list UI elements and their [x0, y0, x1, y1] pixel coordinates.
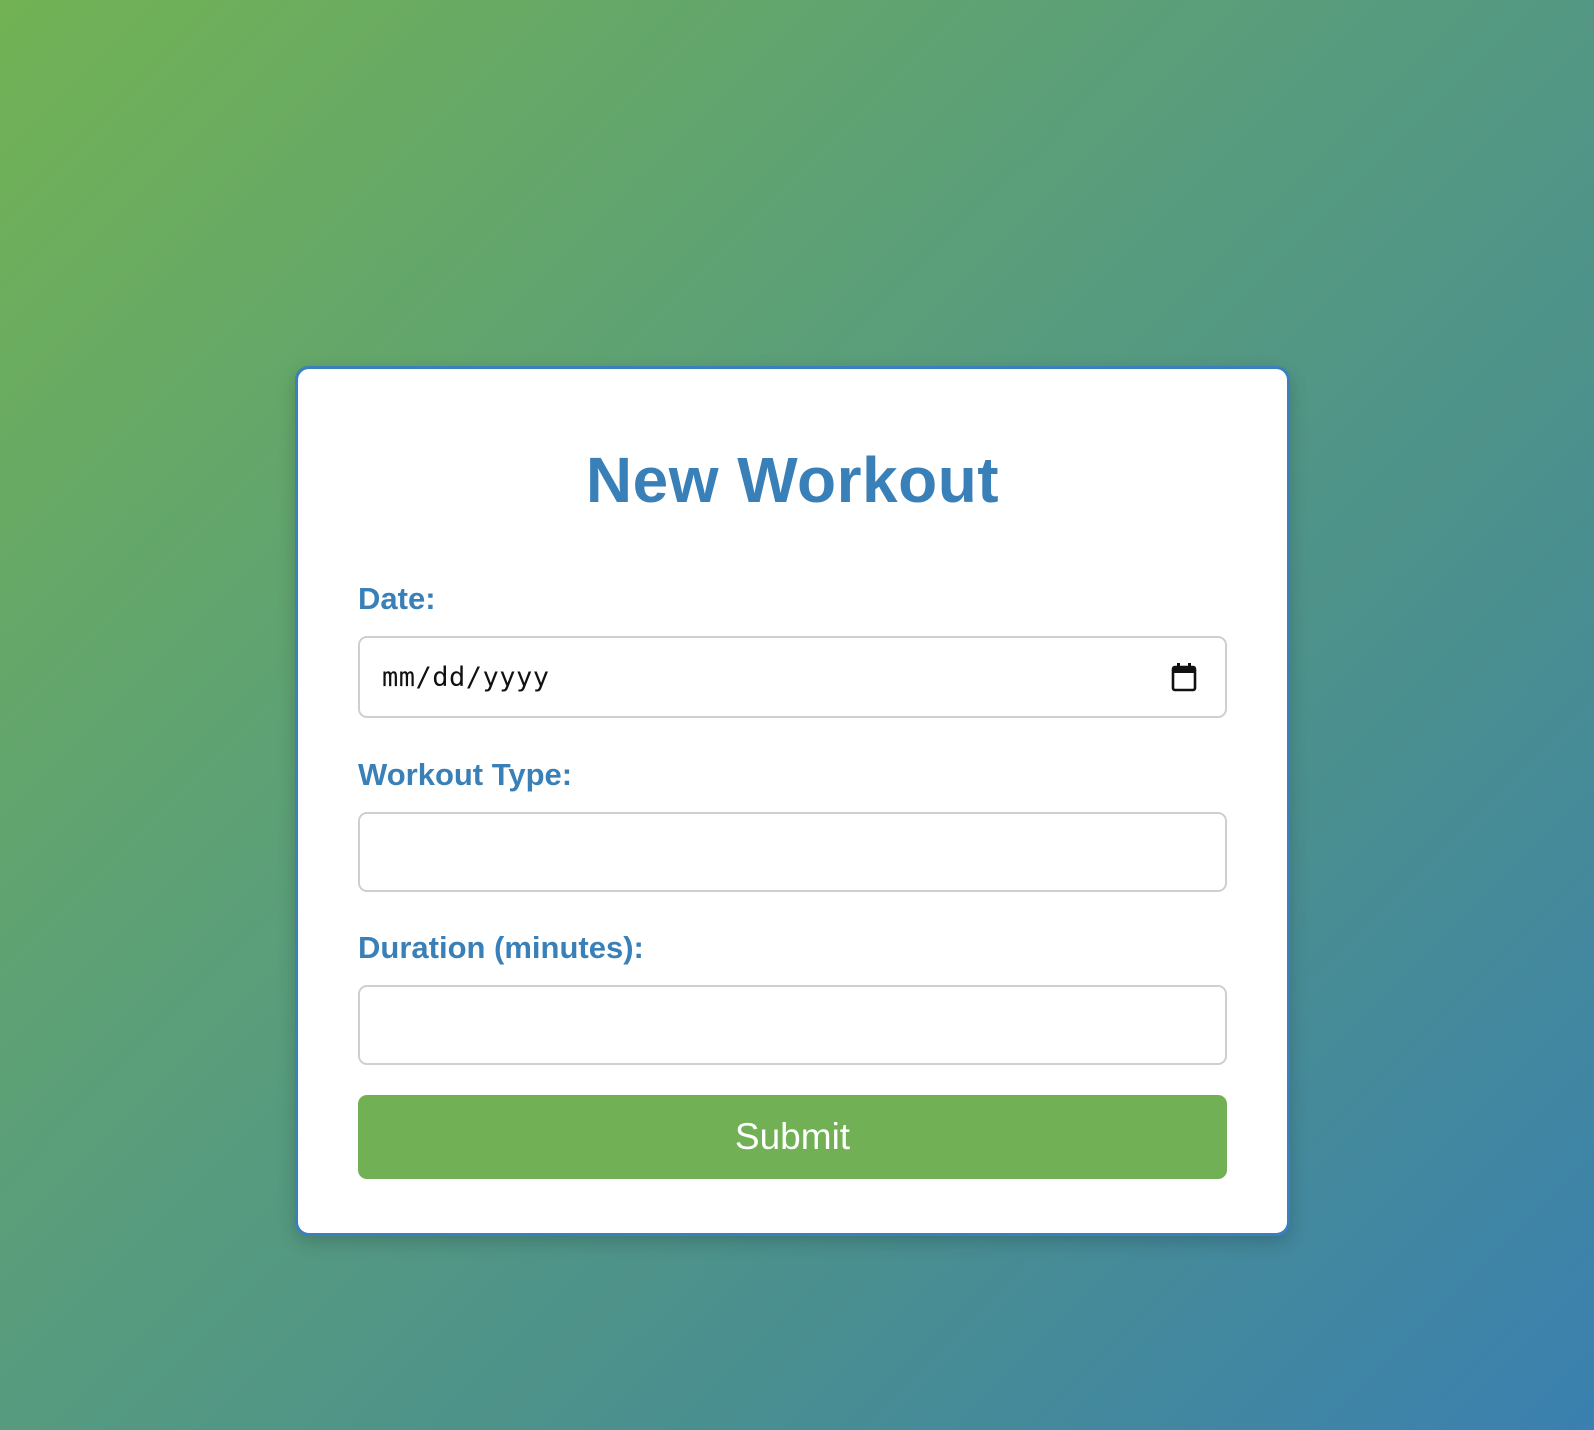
- submit-button[interactable]: Submit: [358, 1095, 1227, 1179]
- date-placeholder: mm/dd/yyyy: [382, 661, 550, 693]
- calendar-icon[interactable]: [1171, 662, 1197, 692]
- date-label: Date:: [358, 581, 436, 616]
- duration-label: Duration (minutes):: [358, 930, 644, 965]
- page-title: New Workout: [585, 444, 1000, 516]
- new-workout-card: New Workout Date: mm/dd/yyyy Workout Typ…: [295, 366, 1290, 1236]
- workout-type-input[interactable]: [358, 812, 1227, 892]
- workout-type-label: Workout Type:: [358, 757, 573, 792]
- duration-input[interactable]: [358, 985, 1227, 1065]
- date-input[interactable]: mm/dd/yyyy: [358, 636, 1227, 718]
